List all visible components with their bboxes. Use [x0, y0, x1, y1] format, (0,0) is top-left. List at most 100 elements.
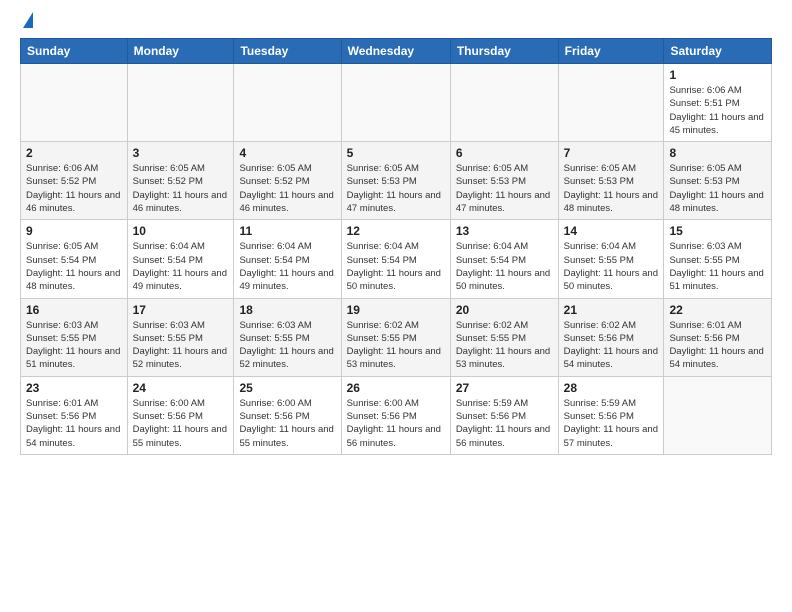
day-number: 9 — [26, 224, 122, 238]
calendar-header-friday: Friday — [558, 39, 664, 64]
day-info: Sunrise: 6:00 AM Sunset: 5:56 PM Dayligh… — [239, 397, 335, 450]
calendar-cell: 4 Sunrise: 6:05 AM Sunset: 5:52 PM Daylig… — [234, 142, 341, 220]
day-info: Sunrise: 6:03 AM Sunset: 5:55 PM Dayligh… — [26, 319, 122, 372]
calendar-cell — [234, 64, 341, 142]
calendar-week-row: 23 Sunrise: 6:01 AM Sunset: 5:56 PM Dayli… — [21, 376, 772, 454]
calendar-week-row: 1 Sunrise: 6:06 AM Sunset: 5:51 PM Daylig… — [21, 64, 772, 142]
day-info: Sunrise: 5:59 AM Sunset: 5:56 PM Dayligh… — [564, 397, 659, 450]
day-info: Sunrise: 6:02 AM Sunset: 5:55 PM Dayligh… — [456, 319, 553, 372]
day-info: Sunrise: 6:03 AM Sunset: 5:55 PM Dayligh… — [239, 319, 335, 372]
day-number: 27 — [456, 381, 553, 395]
day-info: Sunrise: 6:02 AM Sunset: 5:56 PM Dayligh… — [564, 319, 659, 372]
day-info: Sunrise: 6:05 AM Sunset: 5:52 PM Dayligh… — [239, 162, 335, 215]
calendar-cell: 1 Sunrise: 6:06 AM Sunset: 5:51 PM Daylig… — [664, 64, 772, 142]
day-number: 26 — [347, 381, 445, 395]
day-number: 5 — [347, 146, 445, 160]
day-info: Sunrise: 6:04 AM Sunset: 5:55 PM Dayligh… — [564, 240, 659, 293]
calendar-week-row: 9 Sunrise: 6:05 AM Sunset: 5:54 PM Daylig… — [21, 220, 772, 298]
day-info: Sunrise: 6:06 AM Sunset: 5:52 PM Dayligh… — [26, 162, 122, 215]
calendar-cell: 17 Sunrise: 6:03 AM Sunset: 5:55 PM Dayli… — [127, 298, 234, 376]
day-number: 23 — [26, 381, 122, 395]
day-number: 3 — [133, 146, 229, 160]
calendar-cell: 12Sunrise: 6:04 AM Sunset: 5:54 PM Dayli… — [341, 220, 450, 298]
day-info: Sunrise: 6:05 AM Sunset: 5:53 PM Dayligh… — [669, 162, 766, 215]
calendar-cell — [450, 64, 558, 142]
calendar-header-row: SundayMondayTuesdayWednesdayThursdayFrid… — [21, 39, 772, 64]
calendar-cell: 22Sunrise: 6:01 AM Sunset: 5:56 PM Dayli… — [664, 298, 772, 376]
calendar-cell: 16 Sunrise: 6:03 AM Sunset: 5:55 PM Dayli… — [21, 298, 128, 376]
calendar-header-saturday: Saturday — [664, 39, 772, 64]
day-number: 20 — [456, 303, 553, 317]
day-number: 10 — [133, 224, 229, 238]
day-number: 1 — [669, 68, 766, 82]
day-number: 28 — [564, 381, 659, 395]
calendar-cell: 9 Sunrise: 6:05 AM Sunset: 5:54 PM Daylig… — [21, 220, 128, 298]
calendar-cell: 25 Sunrise: 6:00 AM Sunset: 5:56 PM Dayli… — [234, 376, 341, 454]
day-info: Sunrise: 6:03 AM Sunset: 5:55 PM Dayligh… — [133, 319, 229, 372]
day-info: Sunrise: 6:06 AM Sunset: 5:51 PM Dayligh… — [669, 84, 766, 137]
calendar-table: SundayMondayTuesdayWednesdayThursdayFrid… — [20, 38, 772, 455]
calendar-header-thursday: Thursday — [450, 39, 558, 64]
day-info: Sunrise: 6:00 AM Sunset: 5:56 PM Dayligh… — [133, 397, 229, 450]
day-number: 11 — [239, 224, 335, 238]
day-number: 21 — [564, 303, 659, 317]
calendar-cell: 11 Sunrise: 6:04 AM Sunset: 5:54 PM Dayli… — [234, 220, 341, 298]
calendar-cell: 20 Sunrise: 6:02 AM Sunset: 5:55 PM Dayli… — [450, 298, 558, 376]
day-number: 24 — [133, 381, 229, 395]
day-number: 8 — [669, 146, 766, 160]
calendar-cell: 7 Sunrise: 6:05 AM Sunset: 5:53 PM Daylig… — [558, 142, 664, 220]
calendar-week-row: 2 Sunrise: 6:06 AM Sunset: 5:52 PM Daylig… — [21, 142, 772, 220]
day-info: Sunrise: 6:05 AM Sunset: 5:53 PM Dayligh… — [456, 162, 553, 215]
day-info: Sunrise: 5:59 AM Sunset: 5:56 PM Dayligh… — [456, 397, 553, 450]
logo-triangle-icon — [23, 12, 33, 28]
calendar-cell — [558, 64, 664, 142]
calendar-cell: 15 Sunrise: 6:03 AM Sunset: 5:55 PM Dayli… — [664, 220, 772, 298]
day-info: Sunrise: 6:04 AM Sunset: 5:54 PM Dayligh… — [133, 240, 229, 293]
day-number: 7 — [564, 146, 659, 160]
calendar-cell — [664, 376, 772, 454]
day-info: Sunrise: 6:05 AM Sunset: 5:53 PM Dayligh… — [347, 162, 445, 215]
calendar-cell — [21, 64, 128, 142]
calendar-cell: 14 Sunrise: 6:04 AM Sunset: 5:55 PM Dayli… — [558, 220, 664, 298]
day-number: 17 — [133, 303, 229, 317]
calendar-week-row: 16 Sunrise: 6:03 AM Sunset: 5:55 PM Dayli… — [21, 298, 772, 376]
day-number: 18 — [239, 303, 335, 317]
day-info: Sunrise: 6:01 AM Sunset: 5:56 PM Dayligh… — [26, 397, 122, 450]
calendar-header-wednesday: Wednesday — [341, 39, 450, 64]
day-number: 25 — [239, 381, 335, 395]
calendar-cell: 24 Sunrise: 6:00 AM Sunset: 5:56 PM Dayli… — [127, 376, 234, 454]
day-number: 22 — [669, 303, 766, 317]
day-number: 19 — [347, 303, 445, 317]
day-number: 16 — [26, 303, 122, 317]
calendar-cell: 3Sunrise: 6:05 AM Sunset: 5:52 PM Daylig… — [127, 142, 234, 220]
calendar-cell: 2 Sunrise: 6:06 AM Sunset: 5:52 PM Daylig… — [21, 142, 128, 220]
day-number: 2 — [26, 146, 122, 160]
calendar-cell — [341, 64, 450, 142]
calendar-cell: 27 Sunrise: 5:59 AM Sunset: 5:56 PM Dayli… — [450, 376, 558, 454]
calendar-cell: 6 Sunrise: 6:05 AM Sunset: 5:53 PM Daylig… — [450, 142, 558, 220]
day-info: Sunrise: 6:04 AM Sunset: 5:54 PM Dayligh… — [456, 240, 553, 293]
calendar-cell — [127, 64, 234, 142]
calendar-header-monday: Monday — [127, 39, 234, 64]
day-info: Sunrise: 6:04 AM Sunset: 5:54 PM Dayligh… — [239, 240, 335, 293]
day-number: 14 — [564, 224, 659, 238]
calendar-cell: 19 Sunrise: 6:02 AM Sunset: 5:55 PM Dayli… — [341, 298, 450, 376]
calendar-cell: 26 Sunrise: 6:00 AM Sunset: 5:56 PM Dayli… — [341, 376, 450, 454]
logo — [20, 16, 33, 28]
calendar-cell: 28 Sunrise: 5:59 AM Sunset: 5:56 PM Dayli… — [558, 376, 664, 454]
day-number: 15 — [669, 224, 766, 238]
day-number: 4 — [239, 146, 335, 160]
calendar-cell: 18 Sunrise: 6:03 AM Sunset: 5:55 PM Dayli… — [234, 298, 341, 376]
day-number: 13 — [456, 224, 553, 238]
calendar-cell: 10 Sunrise: 6:04 AM Sunset: 5:54 PM Dayli… — [127, 220, 234, 298]
calendar-header-tuesday: Tuesday — [234, 39, 341, 64]
calendar-cell: 5 Sunrise: 6:05 AM Sunset: 5:53 PM Daylig… — [341, 142, 450, 220]
day-number: 6 — [456, 146, 553, 160]
day-info: Sunrise: 6:04 AM Sunset: 5:54 PM Dayligh… — [347, 240, 445, 293]
day-info: Sunrise: 6:05 AM Sunset: 5:54 PM Dayligh… — [26, 240, 122, 293]
calendar-header-sunday: Sunday — [21, 39, 128, 64]
day-info: Sunrise: 6:02 AM Sunset: 5:55 PM Dayligh… — [347, 319, 445, 372]
day-info: Sunrise: 6:05 AM Sunset: 5:53 PM Dayligh… — [564, 162, 659, 215]
day-info: Sunrise: 6:03 AM Sunset: 5:55 PM Dayligh… — [669, 240, 766, 293]
day-info: Sunrise: 6:00 AM Sunset: 5:56 PM Dayligh… — [347, 397, 445, 450]
